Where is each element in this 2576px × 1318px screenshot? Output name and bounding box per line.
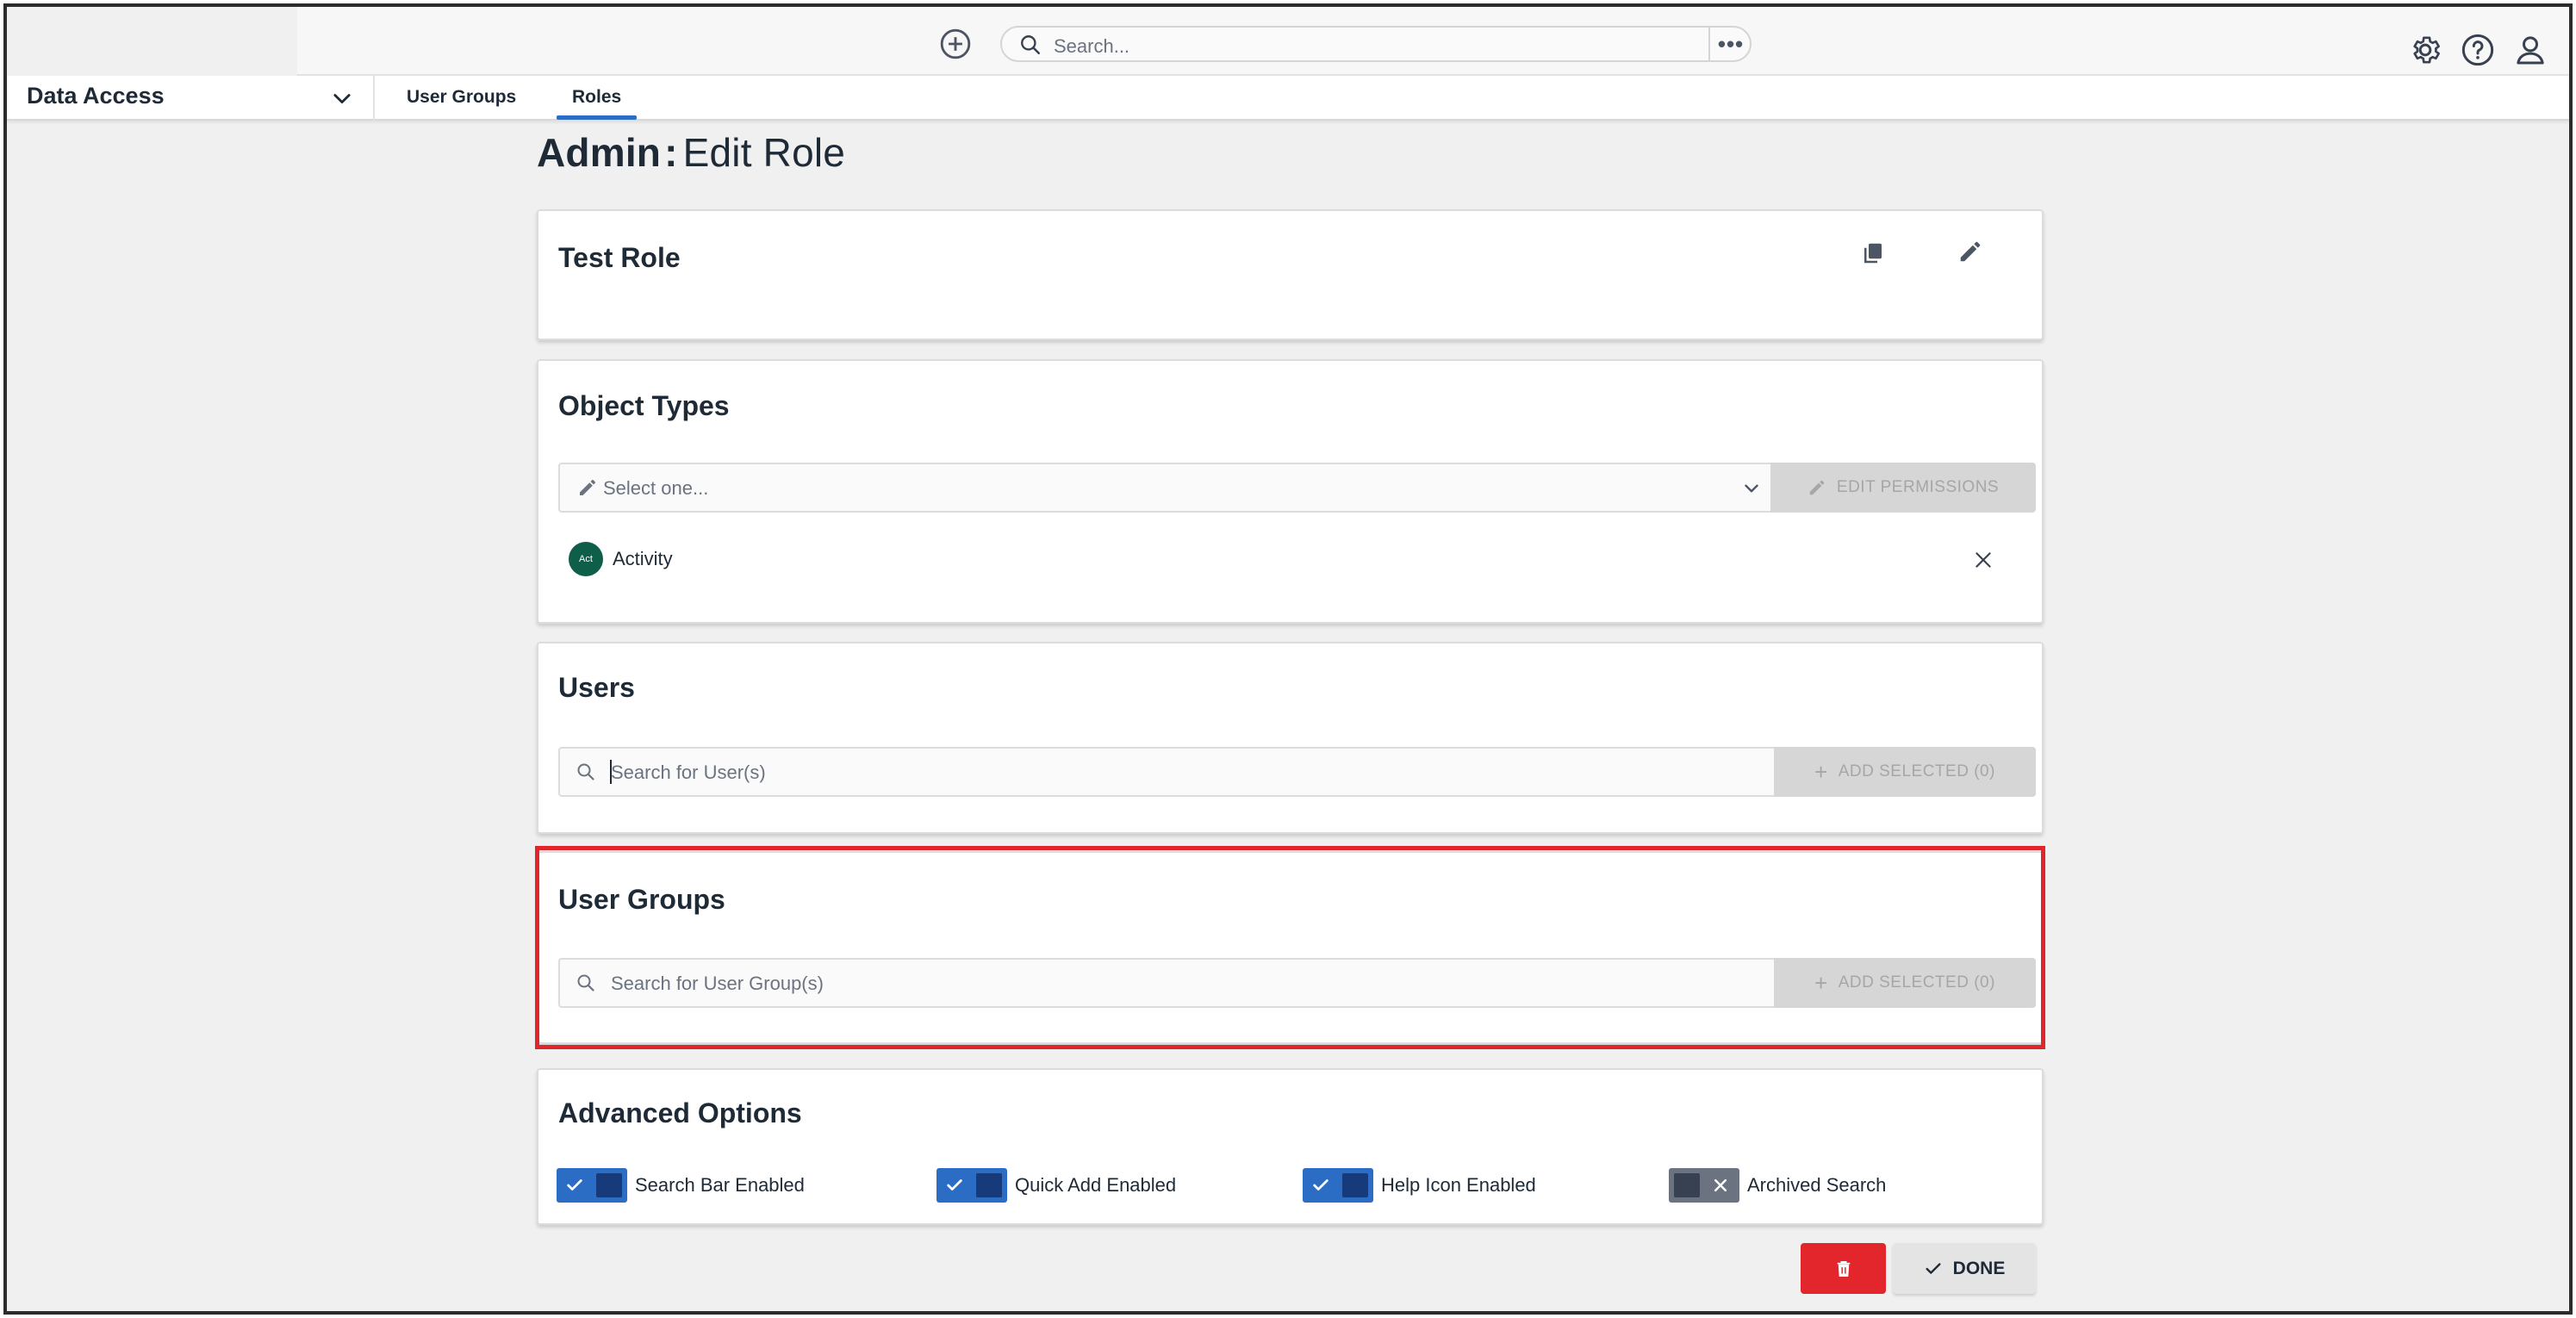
add-selected-users-label: ADD SELECTED (0)	[1838, 762, 1995, 780]
done-button[interactable]: DONE	[1893, 1243, 2036, 1294]
done-label: DONE	[1952, 1258, 2006, 1278]
global-search-input[interactable]: Search... •••	[1000, 26, 1752, 62]
toggle-help-icon[interactable]	[1303, 1168, 1373, 1203]
search-placeholder: Search...	[1054, 35, 1130, 57]
edit-permissions-button[interactable]: EDIT PERMISSIONS	[1770, 463, 2036, 513]
object-type-badge: Act	[569, 542, 603, 576]
users-title: Users	[558, 672, 635, 703]
add-circle-icon[interactable]	[939, 28, 972, 60]
toggle-label-search-bar: Search Bar Enabled	[635, 1174, 805, 1196]
user-group-search-placeholder: Search for User Group(s)	[611, 973, 824, 994]
check-icon	[567, 1179, 582, 1191]
search-icon	[577, 974, 594, 992]
tab-user-groups[interactable]: User Groups	[407, 87, 516, 108]
toggle-knob	[976, 1173, 1002, 1197]
page-title-prefix: Admin	[537, 130, 662, 175]
user-search-placeholder: Search for User(s)	[611, 762, 766, 783]
chevron-down-icon	[1745, 484, 1758, 493]
search-icon	[1021, 35, 1041, 55]
toggle-knob	[1674, 1173, 1700, 1197]
nav-divider	[373, 76, 375, 121]
gear-icon[interactable]	[2408, 33, 2442, 67]
tab-roles[interactable]: Roles	[556, 87, 638, 120]
object-type-item-label: Activity	[613, 548, 673, 569]
page-title-suffix: Edit Role	[682, 130, 846, 175]
top-bar: Search... •••	[297, 7, 2569, 76]
edit-permissions-label: EDIT PERMISSIONS	[1836, 478, 2000, 496]
user-groups-title: User Groups	[558, 884, 725, 915]
toggle-knob	[1342, 1173, 1368, 1197]
add-selected-user-groups-label: ADD SELECTED (0)	[1838, 973, 1995, 992]
check-icon	[1926, 1262, 1941, 1274]
add-selected-users-button[interactable]: + ADD SELECTED (0)	[1774, 747, 2036, 797]
toggle-label-help-icon: Help Icon Enabled	[1381, 1174, 1536, 1196]
chevron-down-icon[interactable]	[330, 86, 354, 110]
trash-icon	[1837, 1260, 1850, 1277]
user-icon[interactable]	[2513, 33, 2548, 67]
pencil-icon[interactable]	[1957, 239, 1983, 264]
app-switcher-label[interactable]: Data Access	[27, 83, 165, 109]
add-selected-user-groups-button[interactable]: + ADD SELECTED (0)	[1774, 958, 2036, 1008]
delete-button[interactable]	[1801, 1243, 1886, 1294]
object-type-select[interactable]: Select one... EDIT PERMISSIONS	[558, 463, 2036, 513]
app-nav-bar: Data Access User Groups Roles	[7, 76, 2569, 121]
x-icon	[1714, 1178, 1727, 1192]
close-icon[interactable]	[1972, 549, 1994, 571]
page-title-separator: :	[664, 130, 678, 175]
search-options-button[interactable]: •••	[1708, 26, 1752, 62]
plus-icon: +	[1814, 969, 1828, 996]
copy-icon[interactable]	[1860, 240, 1886, 266]
role-name: Test Role	[558, 242, 681, 273]
plus-icon: +	[1814, 758, 1828, 785]
pencil-icon	[1809, 480, 1825, 495]
toggle-knob	[596, 1173, 622, 1197]
role-card: Test Role	[537, 209, 2044, 340]
check-icon	[1313, 1179, 1328, 1191]
user-search-input[interactable]: Search for User(s) + ADD SELECTED (0)	[558, 747, 2036, 797]
user-group-search-input[interactable]: Search for User Group(s) + ADD SELECTED …	[558, 958, 2036, 1008]
check-icon	[947, 1179, 962, 1191]
toggle-label-archived-search: Archived Search	[1747, 1174, 1887, 1196]
object-type-select-placeholder: Select one...	[603, 477, 709, 499]
users-card: Users Search for User(s) + ADD SELECTED …	[537, 642, 2044, 834]
toggle-archived-search[interactable]	[1669, 1168, 1739, 1203]
toggle-quick-add[interactable]	[936, 1168, 1007, 1203]
user-groups-card: User Groups Search for User Group(s) + A…	[537, 851, 2044, 1044]
advanced-options-card: Advanced Options	[537, 1068, 2044, 1225]
pencil-icon	[580, 480, 595, 495]
search-icon	[577, 763, 594, 780]
toggle-search-bar[interactable]	[557, 1168, 627, 1203]
object-types-card: Object Types Select one... EDIT PERMISSI…	[537, 359, 2044, 624]
page-title: Admin: Edit Role	[537, 129, 845, 176]
advanced-options-title: Advanced Options	[558, 1097, 802, 1128]
help-icon[interactable]	[2461, 33, 2495, 67]
object-types-title: Object Types	[558, 390, 730, 421]
toggle-label-quick-add: Quick Add Enabled	[1015, 1174, 1177, 1196]
